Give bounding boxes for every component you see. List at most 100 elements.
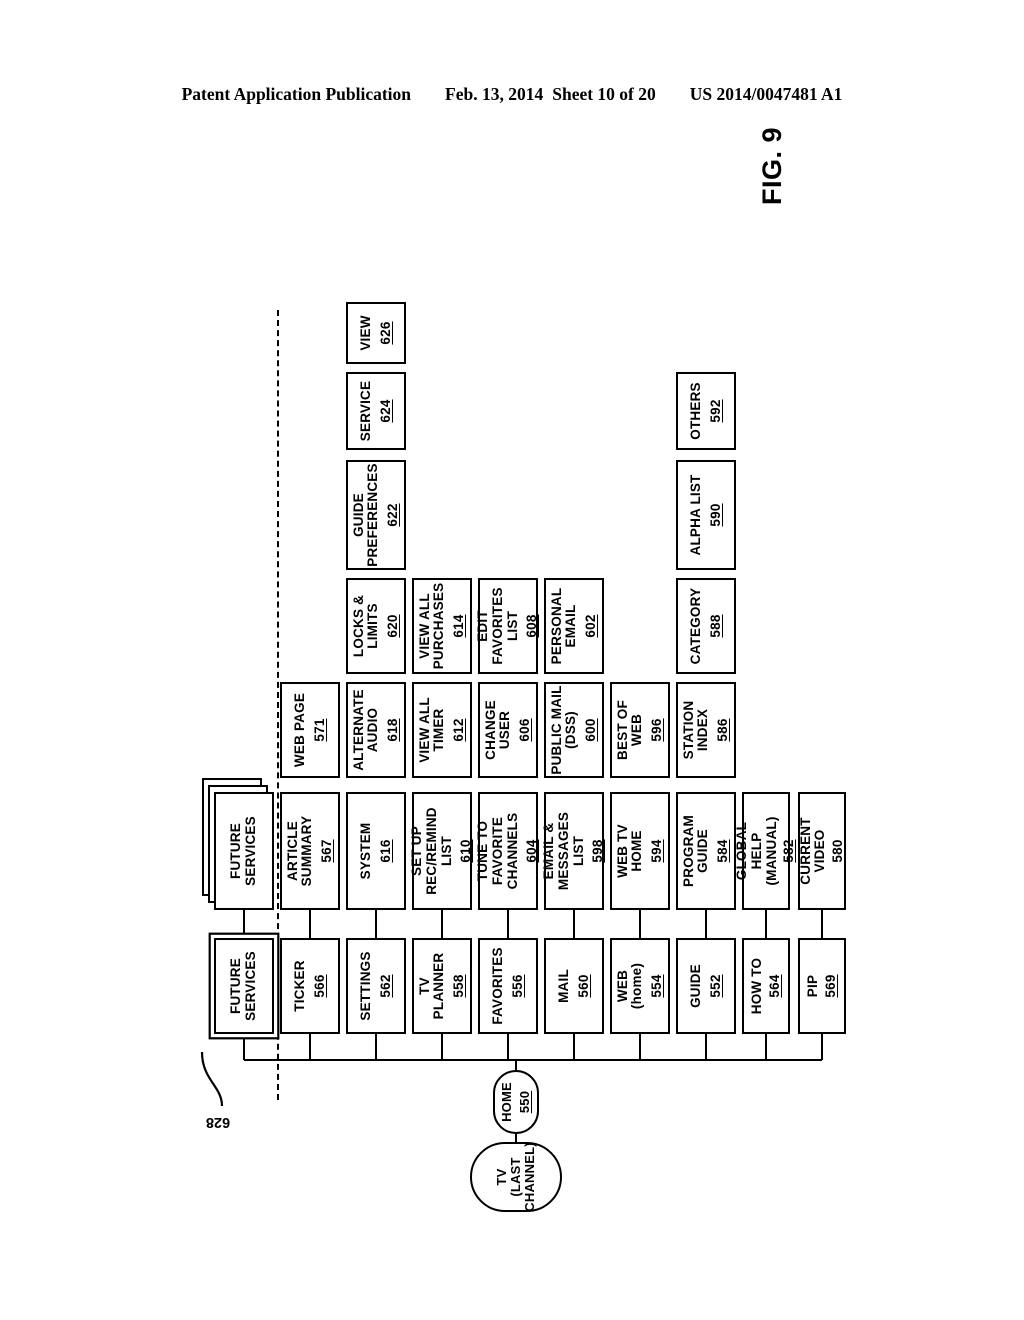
node-reference-number: 554 (648, 974, 664, 998)
node-label: PROGRAM GUIDE (680, 815, 711, 887)
node-current-video: CURRENT VIDEO 580 (798, 792, 846, 910)
node-web-page: WEB PAGE 571 (280, 682, 340, 778)
node-reference-number: 612 (450, 718, 466, 742)
node-label: SET UP REC/REMIND LIST (409, 807, 454, 895)
node-label: EMAIL & MESSAGES LIST (541, 811, 586, 891)
node-reference-number: 624 (377, 399, 393, 423)
node-label: PIP (804, 974, 820, 998)
node-label: SYSTEM (357, 822, 373, 880)
node-reference-number: 610 (458, 839, 474, 863)
connector-line (244, 1058, 822, 1062)
node-reference-number: 562 (377, 974, 393, 998)
node-email-messages-list: EMAIL & MESSAGES LIST 598 (541, 792, 605, 910)
node-mail: MAIL 560 (544, 938, 604, 1034)
node-label: TV PLANNER (416, 952, 447, 1020)
connector-line (242, 910, 246, 938)
node-label: VIEW ALL PURCHASES (416, 582, 447, 670)
node-change-user: CHANGE USER 606 (478, 682, 538, 778)
node-best-of-web: BEST OF WEB 596 (610, 682, 670, 778)
node-reference-number: 618 (384, 718, 400, 742)
connector-line (704, 910, 708, 938)
node-reference-number: 596 (648, 718, 664, 742)
node-reference-number: 571 (311, 718, 327, 742)
node-label: MAIL (555, 969, 571, 1003)
connector-line (764, 910, 768, 938)
node-set-up-rec-remind-list: SET UP REC/REMIND LIST 610 (409, 792, 474, 910)
node-reference-number: 600 (582, 718, 598, 742)
node-label: CATEGORY (687, 587, 703, 665)
leader-line-icon (200, 1051, 224, 1107)
reference-callout-628: 628 (196, 1030, 230, 1130)
node-reference-number: 586 (714, 718, 730, 742)
node-label: ALPHA LIST (687, 474, 703, 556)
node-alternate-audio: ALTERNATE AUDIO 618 (346, 682, 406, 778)
node-reference-number: 592 (707, 399, 723, 423)
node-locks-limits: LOCKS & LIMITS 620 (346, 578, 406, 674)
node-article-summary: ARTICLE SUMMARY 567 (280, 792, 340, 910)
node-tv-last-channel: TV (LAST CHANNEL) (470, 1142, 562, 1212)
node-label: STATION INDEX (680, 700, 711, 760)
node-label: FAVORITES (489, 947, 505, 1025)
node-label: HOME (499, 1082, 515, 1122)
connector-line (308, 910, 312, 938)
node-guide-preferences: GUIDE PREFERENCES 622 (346, 460, 406, 570)
sheet-number: Sheet 10 of 20 (552, 84, 656, 104)
node-program-guide: PROGRAM GUIDE 584 (676, 792, 736, 910)
node-label: FUTURE SERVICES (228, 816, 258, 886)
connector-line (638, 1034, 642, 1060)
node-reference-number: 602 (582, 614, 598, 638)
node-guide: GUIDE 552 (676, 938, 736, 1034)
node-public-mail-dss: PUBLIC MAIL (DSS) 600 (544, 682, 604, 778)
node-future-services-front: FUTURE SERVICES (214, 792, 274, 910)
node-label: WEB (home) (614, 962, 645, 1010)
node-label: BEST OF WEB (614, 700, 645, 760)
connector-line (440, 910, 444, 938)
node-label: TICKER (291, 960, 307, 1012)
node-reference-number: 550 (516, 1090, 532, 1114)
connector-line (506, 1034, 510, 1060)
node-label: GLOBAL HELP (MANUAL) (734, 816, 779, 886)
node-label: EDIT FAVORITES LIST (475, 587, 520, 665)
node-reference-number: 590 (707, 503, 723, 527)
node-label: LOCKS & LIMITS (350, 594, 381, 658)
node-reference-number: 604 (524, 839, 540, 863)
node-future-services: FUTURE SERVICES (214, 938, 274, 1034)
node-pip: PIP 569 (798, 938, 846, 1034)
node-reference-number: 552 (707, 974, 723, 998)
node-reference-number: 582 (781, 839, 797, 863)
node-how-to: HOW TO 564 (742, 938, 790, 1034)
node-label: PUBLIC MAIL (DSS) (548, 685, 579, 775)
node-label: SETTINGS (357, 951, 373, 1021)
connector-line (638, 910, 642, 938)
node-label: TUNE TO FAVORITE CHANNELS (475, 812, 520, 890)
node-web-tv-home: WEB TV HOME 594 (610, 792, 670, 910)
connector-line (572, 1034, 576, 1060)
node-label: ARTICLE SUMMARY (284, 815, 315, 887)
connector-line (440, 1034, 444, 1060)
node-reference-number: 556 (509, 974, 525, 998)
node-label: VIEW (357, 315, 373, 351)
node-reference-number: 564 (766, 974, 782, 998)
node-reference-number: 569 (822, 974, 838, 998)
node-label: PERSONAL EMAIL (548, 587, 579, 665)
reference-number-628: 628 (205, 1113, 231, 1130)
connector-line (374, 910, 378, 938)
connector-line (242, 1034, 246, 1060)
node-reference-number: 608 (524, 614, 540, 638)
node-category: CATEGORY 588 (676, 578, 736, 674)
node-label: CURRENT VIDEO (797, 817, 828, 885)
node-reference-number: 594 (648, 839, 664, 863)
node-view-all-timer: VIEW ALL TIMER 612 (412, 682, 472, 778)
node-label: TV (LAST CHANNEL) (493, 1142, 538, 1212)
node-reference-number: 616 (377, 839, 393, 863)
node-view: VIEW 626 (346, 302, 406, 364)
node-label: OTHERS (687, 382, 703, 440)
node-label: GUIDE (687, 964, 703, 1008)
node-home: HOME 550 (493, 1070, 539, 1134)
node-reference-number: 567 (318, 839, 334, 863)
node-label: WEB TV HOME (614, 824, 645, 878)
node-reference-number: 588 (707, 614, 723, 638)
connector-line (820, 910, 824, 938)
publication-label: Patent Application Publication (181, 84, 412, 104)
connector-line (704, 1034, 708, 1060)
